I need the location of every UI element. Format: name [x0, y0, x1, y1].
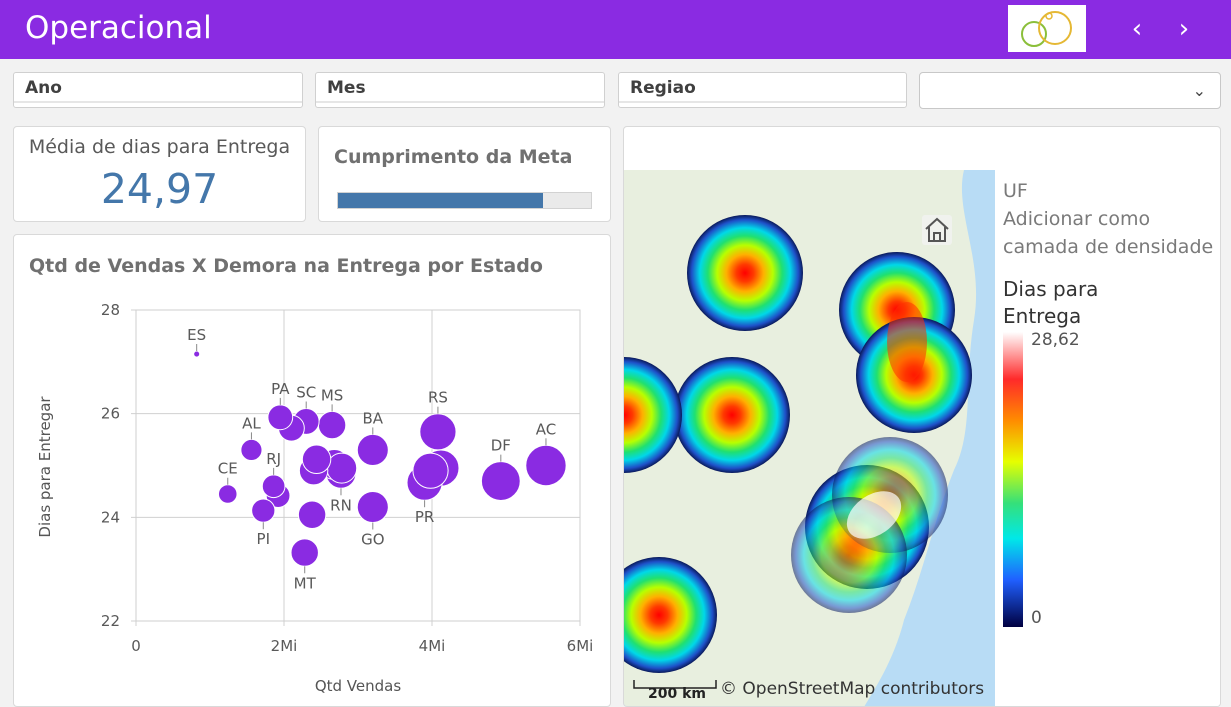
y-tick-label: 28 [101, 301, 120, 319]
kpi-label: Média de dias para Entrega [28, 136, 291, 158]
legend-max: 28,62 [1031, 330, 1080, 350]
scatter-point[interactable] [251, 498, 276, 523]
top-bar: Operacional ‹ › [0, 0, 1231, 59]
legend-measure-line1: Dias para [1003, 277, 1099, 301]
point-label: MS [321, 386, 343, 404]
x-axis-label: Qtd Vendas [315, 677, 402, 695]
point-label: BA [363, 409, 384, 427]
scale-label: 200 km [648, 686, 706, 702]
filter-regiao-label: Regiao [630, 78, 696, 98]
point-label: SC [296, 384, 316, 402]
scatter-point[interactable] [301, 444, 332, 474]
kpi-value: 24,97 [100, 165, 219, 213]
home-icon[interactable] [922, 215, 952, 245]
filter-mes[interactable]: Mes [315, 72, 605, 108]
filter-regiao[interactable]: Regiao [618, 72, 907, 108]
scatter-point[interactable] [261, 474, 286, 499]
legend-density-line2[interactable]: camada de densidade [1003, 236, 1213, 258]
scatter-point[interactable] [290, 538, 319, 567]
chart-points: ES PA SC MS AL BA RS DF AC CE RJ PI MT RN GO PR [187, 326, 567, 592]
point-label: AL [242, 414, 261, 432]
scatter-point[interactable] [240, 438, 263, 462]
kpi-card[interactable]: Média de dias para Entrega 24,97 [13, 126, 306, 222]
scatter-point[interactable] [217, 484, 238, 504]
scatter-point[interactable] [326, 452, 358, 484]
y-tick-label: 26 [101, 405, 120, 423]
x-tick-label: 4Mi [419, 637, 446, 655]
legend-density-line1[interactable]: Adicionar como [1003, 208, 1150, 230]
point-label: PI [257, 530, 270, 548]
point-label: RS [428, 389, 448, 407]
company-logo [1008, 5, 1086, 52]
point-label: PA [271, 380, 290, 398]
filter-ano[interactable]: Ano [13, 72, 303, 108]
filter-ano-label: Ano [25, 78, 62, 98]
scatter-point[interactable] [317, 410, 347, 440]
filter-mes-label: Mes [327, 78, 366, 98]
y-axis-label: Dias para Entregar [36, 396, 54, 538]
point-label: RN [330, 496, 352, 514]
x-tick-label: 2Mi [271, 637, 298, 655]
point-label: DF [491, 437, 511, 455]
point-label: ES [187, 326, 206, 344]
meta-progress-fill [338, 193, 543, 208]
map-card[interactable]: 200 km © OpenStreetMap contributors UF A… [623, 126, 1221, 707]
next-sheet-button[interactable]: › [1169, 14, 1199, 44]
point-label: MT [294, 574, 317, 592]
point-label: CE [218, 460, 238, 478]
scatter-point[interactable] [267, 404, 294, 431]
scatter-chart[interactable]: 0 2Mi 4Mi 6Mi 28 26 24 22 ES PA SC MS AL BA RS DF AC CE R… [14, 235, 610, 706]
scatter-point[interactable] [193, 350, 201, 358]
filter-dropdown[interactable]: ⌄ [919, 72, 1221, 109]
legend-layer[interactable]: UF [1003, 180, 1028, 202]
map-legend: UF Adicionar como camada de densidade Di… [995, 170, 1220, 706]
scatter-point[interactable] [412, 452, 449, 489]
previous-sheet-button[interactable]: ‹ [1122, 14, 1152, 44]
point-label: PR [415, 508, 434, 526]
scatter-point[interactable] [419, 413, 457, 451]
scatter-point[interactable] [525, 444, 567, 487]
point-label: AC [536, 420, 556, 438]
scatter-point[interactable] [480, 461, 521, 501]
point-label: GO [361, 530, 384, 548]
meta-title: Cumprimento da Meta [334, 146, 573, 168]
map-attribution: © OpenStreetMap contributors [720, 679, 984, 699]
point-label: RJ [266, 450, 281, 468]
scatter-point[interactable] [297, 500, 327, 529]
x-tick-label: 6Mi [567, 637, 594, 655]
scatter-point[interactable] [356, 433, 389, 466]
scatter-chart-card[interactable]: Qtd de Vendas X Demora na Entrega por Es… [13, 234, 611, 707]
chevron-down-icon: ⌄ [1192, 81, 1206, 100]
legend-color-gradient [1003, 332, 1023, 627]
scatter-point[interactable] [356, 490, 389, 523]
density-map[interactable]: 200 km © OpenStreetMap contributors [624, 170, 996, 707]
legend-measure-line2: Entrega [1003, 304, 1082, 328]
meta-progress-bar [337, 192, 592, 209]
plot-frame [135, 309, 581, 622]
y-tick-label: 24 [101, 508, 120, 526]
legend-min: 0 [1031, 608, 1042, 628]
app-title: Operacional [25, 10, 212, 46]
x-tick-label: 0 [131, 637, 141, 655]
meta-card[interactable]: Cumprimento da Meta [318, 126, 611, 222]
y-tick-label: 22 [101, 612, 120, 630]
